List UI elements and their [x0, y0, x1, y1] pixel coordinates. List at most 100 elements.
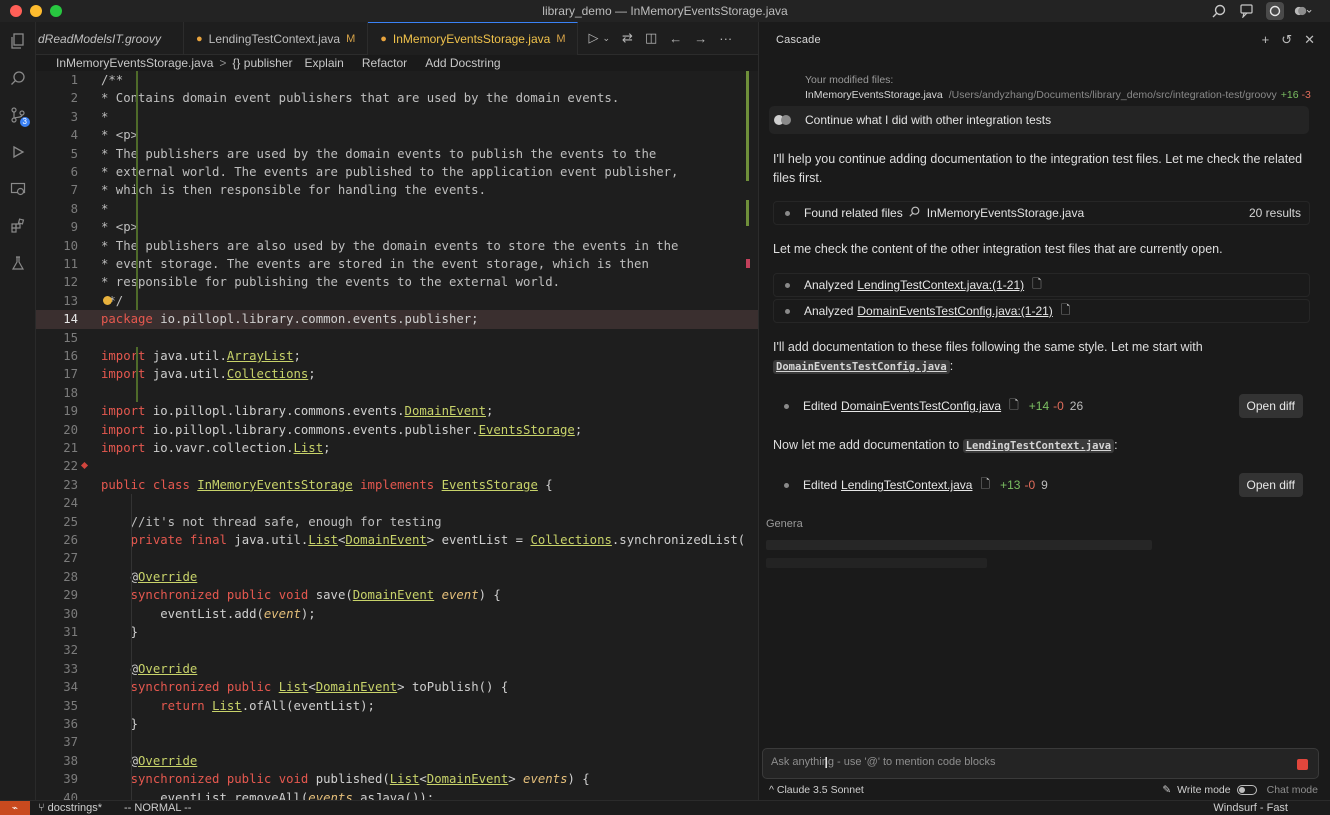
explorer-icon[interactable]: [0, 22, 36, 59]
code-line[interactable]: 4 * <p>: [36, 126, 758, 144]
chat-mode-label[interactable]: Chat mode: [1267, 784, 1318, 796]
modified-file-row[interactable]: InMemoryEventsStorage.java/Users/andyzha…: [805, 88, 1311, 103]
add-docstring-codelens[interactable]: Add Docstring: [425, 56, 500, 70]
file-link[interactable]: LendingTestContext.java: [841, 478, 972, 492]
code-line[interactable]: 34 synchronized public List<DomainEvent>…: [36, 678, 758, 696]
code-line[interactable]: 33 @Override: [36, 660, 758, 678]
step-found-files[interactable]: Found related files InMemoryEventsStorag…: [773, 201, 1310, 225]
more-actions-icon[interactable]: ···: [719, 31, 732, 46]
file-icon[interactable]: 🗋: [1009, 396, 1019, 417]
code-line[interactable]: 40 eventList.removeAll(events.asJava());: [36, 789, 758, 800]
code-line[interactable]: 32: [36, 641, 758, 659]
minimize-window-button[interactable]: [30, 5, 42, 17]
file-link[interactable]: DomainEventsTestConfig.java: [841, 399, 1001, 413]
code-line[interactable]: 25 //it's not thread safe, enough for te…: [36, 513, 758, 531]
history-icon[interactable]: ↺: [1281, 32, 1292, 48]
git-change-indicator[interactable]: [746, 71, 749, 182]
code-line[interactable]: 12 * responsible for publishing the event…: [36, 273, 758, 291]
code-line[interactable]: 5 * The publishers are used by the domain…: [36, 145, 758, 163]
code-line[interactable]: 23 public class InMemoryEventsStorage imp…: [36, 476, 758, 494]
file-icon[interactable]: 🗋: [1032, 275, 1042, 296]
run-icon[interactable]: ▷: [588, 30, 598, 46]
file-icon[interactable]: 🗋: [1061, 301, 1071, 322]
chat-input-box[interactable]: Ⅰ: [762, 748, 1319, 779]
code-line[interactable]: 18: [36, 384, 758, 402]
step-analyzed-domain[interactable]: Analyzed DomainEventsTestConfig.java:(1-…: [773, 299, 1310, 323]
lightbulb-icon[interactable]: [103, 295, 112, 305]
breadcrumb-symbol[interactable]: {} publisher: [232, 56, 292, 70]
chat-icon[interactable]: [1238, 2, 1256, 20]
write-mode-label[interactable]: Write mode: [1177, 784, 1231, 796]
chevron-down-icon[interactable]: ⌄: [602, 33, 610, 44]
source-control-icon[interactable]: 3: [0, 96, 36, 133]
open-diff-button[interactable]: Open diff: [1238, 394, 1303, 418]
code-line[interactable]: 20 import io.pillopl.library.commons.even…: [36, 421, 758, 439]
code-line[interactable]: 6 * external world. The events are publis…: [36, 163, 758, 181]
explain-codelens[interactable]: Explain: [304, 56, 343, 70]
code-line[interactable]: 16 import java.util.ArrayList;: [36, 347, 758, 365]
windsurf-status[interactable]: Windsurf - Fast: [1213, 802, 1288, 814]
code-line[interactable]: 39 synchronized public void published(Li…: [36, 770, 758, 788]
code-line[interactable]: 36 }: [36, 715, 758, 733]
tab-lending-test-context[interactable]: ● LendingTestContext.java M: [184, 22, 369, 55]
code-line[interactable]: 31 }: [36, 623, 758, 641]
code-line[interactable]: 27: [36, 549, 758, 567]
testing-icon[interactable]: [0, 244, 36, 281]
remote-indicator[interactable]: ⌁: [0, 801, 30, 815]
code-line[interactable]: 7 * which is then responsible for handlin…: [36, 181, 758, 199]
code-line[interactable]: 29 synchronized public void save(DomainE…: [36, 586, 758, 604]
account-icon[interactable]: [1294, 2, 1312, 20]
open-diff-button[interactable]: Open diff: [1238, 473, 1303, 497]
code-line[interactable]: 1 /**: [36, 71, 758, 89]
windsurf-icon[interactable]: [1266, 2, 1284, 20]
code-line[interactable]: 3 *: [36, 108, 758, 126]
file-link[interactable]: DomainEventsTestConfig.java:(1-21): [857, 304, 1052, 318]
step-edited-domain[interactable]: Edited DomainEventsTestConfig.java 🗋 +14…: [773, 389, 1310, 423]
code-line[interactable]: 8 *: [36, 200, 758, 218]
close-icon[interactable]: ✕: [1304, 32, 1315, 48]
tab-in-memory-events-storage[interactable]: ● InMemoryEventsStorage.java M: [368, 22, 579, 55]
mode-toggle[interactable]: [1236, 785, 1257, 795]
code-editor[interactable]: 1 /** 2 * Contains domain event publishers …: [36, 71, 758, 800]
code-line[interactable]: 22: [36, 457, 758, 475]
file-link[interactable]: LendingTestContext.java:(1-21): [857, 278, 1024, 292]
code-line[interactable]: 11 * event storage. The events are stored…: [36, 255, 758, 273]
remote-explorer-icon[interactable]: [0, 170, 36, 207]
code-line[interactable]: 17 import java.util.Collections;: [36, 365, 758, 383]
git-branch[interactable]: ⑂ docstrings*: [38, 802, 102, 814]
go-back-icon[interactable]: ←: [669, 31, 682, 46]
file-chip[interactable]: DomainEventsTestConfig.java: [773, 359, 950, 374]
model-selector[interactable]: ^ Claude 3.5 Sonnet: [769, 784, 864, 796]
chat-input[interactable]: [771, 756, 1271, 768]
code-line[interactable]: 26 private final java.util.List<DomainEv…: [36, 531, 758, 549]
plus-icon[interactable]: +: [1262, 32, 1270, 48]
git-change-indicator[interactable]: [746, 199, 749, 226]
code-line[interactable]: 30 eventList.add(event);: [36, 605, 758, 623]
code-line[interactable]: 10 * The publishers are also used by the …: [36, 237, 758, 255]
code-line[interactable]: 35 return List.ofAll(eventList);: [36, 697, 758, 715]
extensions-icon[interactable]: [0, 207, 36, 244]
code-line[interactable]: 14 package io.pillopl.library.common.even…: [36, 310, 758, 329]
split-editor-icon[interactable]: ◫: [645, 30, 657, 46]
code-line[interactable]: 19 import io.pillopl.library.commons.even…: [36, 402, 758, 420]
step-edited-lending[interactable]: Edited LendingTestContext.java 🗋 +13 -0 …: [773, 468, 1310, 502]
code-line[interactable]: 38 @Override: [36, 752, 758, 770]
zoom-window-button[interactable]: [50, 5, 62, 17]
code-line[interactable]: 37: [36, 733, 758, 751]
go-forward-icon[interactable]: →: [694, 31, 707, 46]
file-icon[interactable]: 🗋: [980, 475, 990, 496]
file-chip[interactable]: LendingTestContext.java: [962, 439, 1115, 453]
stop-generation-button[interactable]: [1297, 759, 1308, 770]
search-icon[interactable]: [0, 59, 36, 96]
code-line[interactable]: 2 * Contains domain event publishers that…: [36, 89, 758, 107]
search-icon[interactable]: [1210, 2, 1228, 20]
refactor-codelens[interactable]: Refactor: [362, 56, 407, 70]
compare-changes-icon[interactable]: ⇄: [622, 30, 633, 46]
breadcrumb-file[interactable]: InMemoryEventsStorage.java: [56, 56, 213, 70]
code-line[interactable]: 13 */: [36, 292, 758, 310]
code-line[interactable]: 15: [36, 329, 758, 347]
code-line[interactable]: 9 * <p>: [36, 218, 758, 236]
run-debug-icon[interactable]: [0, 133, 36, 170]
close-window-button[interactable]: [10, 5, 22, 17]
code-line[interactable]: 28 @Override: [36, 568, 758, 586]
